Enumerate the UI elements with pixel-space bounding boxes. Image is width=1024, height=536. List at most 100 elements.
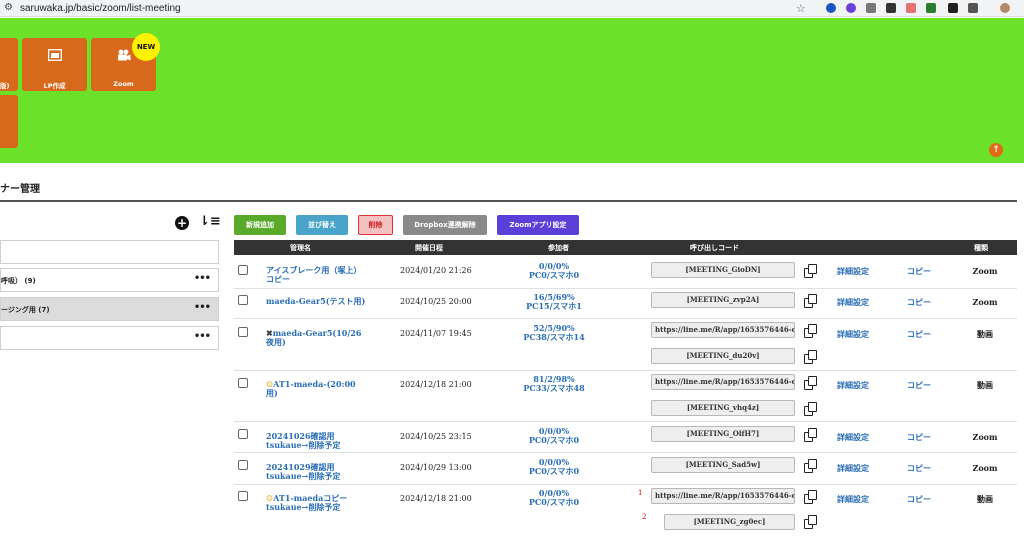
sidebar-item-label: 呼吸） (9) [1, 277, 36, 285]
new-badge: NEW [132, 33, 160, 61]
menu-tile-lp[interactable]: LP作成 [22, 38, 87, 91]
row-checkbox[interactable] [238, 378, 248, 388]
delete-button[interactable]: 削除 [358, 215, 393, 235]
extension-icon[interactable] [926, 3, 936, 13]
sort-icon[interactable]: ⇂≡ [199, 214, 221, 229]
participants[interactable]: 52/5/90% PC38/スマホ14 [522, 324, 586, 342]
call-url-field[interactable]: https://line.me/R/app/1653576446-d76m [651, 488, 795, 504]
bookmark-star-icon[interactable]: ☆ [796, 1, 806, 16]
detail-settings-link[interactable]: 詳細設定 [837, 463, 869, 474]
detail-settings-link[interactable]: 詳細設定 [837, 329, 869, 340]
dropbox-unlink-button[interactable]: Dropbox連携解除 [403, 215, 487, 235]
sidebar-item[interactable]: 呼吸） (9) ••• [0, 268, 219, 292]
row-checkbox[interactable] [238, 327, 248, 337]
pen-extension-icon[interactable] [886, 3, 896, 13]
participants[interactable]: 16/5/69% PC15/スマホ1 [522, 293, 586, 311]
participants[interactable]: 81/2/98% PC33/スマホ48 [522, 375, 586, 393]
camera-extension-icon[interactable] [866, 3, 876, 13]
more-menu-icon[interactable]: ••• [194, 331, 211, 342]
call-code-field[interactable]: [MEETING_zvp2A] [651, 292, 795, 308]
more-menu-icon[interactable]: ••• [194, 302, 211, 313]
row-checkbox[interactable] [238, 460, 248, 470]
add-folder-icon[interactable]: + [175, 216, 189, 230]
page-title: ナー管理 [0, 184, 40, 195]
copy-link[interactable]: コピー [907, 329, 931, 340]
add-new-button[interactable]: 新規追加 [234, 215, 286, 235]
detail-settings-link[interactable]: 詳細設定 [837, 266, 869, 277]
meeting-name-link[interactable]: 20241026確認用tsukaue→削除予定 [266, 432, 366, 450]
row-checkbox[interactable] [238, 429, 248, 439]
meeting-kind: Zoom [972, 432, 998, 442]
meeting-date: 2024/11/07 19:45 [400, 329, 472, 338]
call-code-field[interactable]: [MEETING_OlfH7] [651, 426, 795, 442]
detail-settings-link[interactable]: 詳細設定 [837, 297, 869, 308]
copy-icon[interactable] [804, 294, 817, 308]
header-name: 管理名 [290, 244, 311, 252]
row-checkbox[interactable] [238, 491, 248, 501]
copy-link[interactable]: コピー [907, 380, 931, 391]
row-divider [234, 370, 1017, 371]
participants[interactable]: 0/0/0% PC0/スマホ0 [522, 458, 586, 476]
meeting-name-link[interactable]: maeda-Gear5(テスト用) [266, 297, 366, 306]
call-url-field[interactable]: https://line.me/R/app/1653576446-d76m [651, 374, 795, 390]
extension-icon[interactable] [846, 3, 856, 13]
call-code-field[interactable]: [MEETING_Sad5w] [651, 457, 795, 473]
participants[interactable]: 0/0/0% PC0/スマホ0 [522, 262, 586, 280]
copy-icon[interactable] [804, 376, 817, 390]
more-menu-icon[interactable]: ••• [194, 273, 211, 284]
extension-icon[interactable] [906, 3, 916, 13]
copy-icon[interactable] [804, 264, 817, 278]
participants[interactable]: 0/0/0% PC0/スマホ0 [522, 427, 586, 445]
zoom-app-settings-button[interactable]: Zoomアプリ設定 [497, 215, 579, 235]
copy-icon[interactable] [804, 350, 817, 364]
sidebar-item[interactable]: ••• [0, 326, 219, 350]
copy-link[interactable]: コピー [907, 494, 931, 505]
call-code-field[interactable]: [MEETING_GioDN] [651, 262, 795, 278]
copy-icon[interactable] [804, 515, 817, 529]
copy-link[interactable]: コピー [907, 432, 931, 443]
header-participants: 参加者 [548, 244, 569, 252]
header-date: 開催日程 [415, 244, 443, 252]
copy-icon[interactable] [804, 402, 817, 416]
call-code-field[interactable]: [MEETING_vhq4z] [651, 400, 795, 416]
menu-tile-label: LP作成 [43, 82, 66, 90]
copy-icon[interactable] [804, 428, 817, 442]
sidebar-item-selected[interactable]: ージング用 (7) ••• [0, 297, 219, 321]
scroll-top-icon[interactable]: ↑ [989, 143, 1003, 157]
copy-link[interactable]: コピー [907, 297, 931, 308]
detail-settings-link[interactable]: 詳細設定 [837, 432, 869, 443]
menu-tile[interactable]: 版) [0, 38, 18, 91]
meeting-kind: Zoom [972, 463, 998, 473]
browser-address-bar[interactable]: ⚙ saruwaka.jp/basic/zoom/list-meeting ☆ [0, 0, 1024, 17]
row-checkbox[interactable] [238, 295, 248, 305]
url-text[interactable]: saruwaka.jp/basic/zoom/list-meeting [20, 1, 181, 16]
meeting-name-link[interactable]: ✖maeda-Gear5(10/26夜用) [266, 329, 366, 347]
call-code-field[interactable]: [MEETING_zg0ec] [664, 514, 795, 530]
participants[interactable]: 0/0/0% PC0/スマホ0 [522, 489, 586, 507]
site-settings-icon[interactable]: ⚙ [4, 2, 16, 14]
call-code-field[interactable]: [MEETING_du20v] [651, 348, 795, 364]
meeting-kind: 動画 [977, 329, 993, 339]
meeting-name-link[interactable]: ☺AT1-maedaコピーtsukaue→削除予定 [266, 494, 366, 512]
copy-icon[interactable] [804, 490, 817, 504]
extensions-puzzle-icon[interactable] [968, 3, 978, 13]
extension-icon[interactable] [826, 3, 836, 13]
detail-settings-link[interactable]: 詳細設定 [837, 494, 869, 505]
copy-link[interactable]: コピー [907, 463, 931, 474]
call-url-field[interactable]: https://line.me/R/app/1653576446-d76m [651, 322, 795, 338]
extension-icon[interactable] [948, 3, 958, 13]
sidebar-item[interactable] [0, 240, 219, 264]
meeting-kind: 動画 [977, 494, 993, 504]
meeting-name-link[interactable]: 20241029確認用tsukaue→削除予定 [266, 463, 366, 481]
menu-tile[interactable] [0, 95, 18, 148]
copy-icon[interactable] [804, 324, 817, 338]
row-divider [234, 484, 1017, 485]
reorder-button[interactable]: 並び替え [296, 215, 348, 235]
meeting-name-link[interactable]: ☺AT1-maeda-(20:00用) [266, 380, 366, 398]
copy-icon[interactable] [804, 459, 817, 473]
copy-link[interactable]: コピー [907, 266, 931, 277]
meeting-name-link[interactable]: アイスブレーク用（塚上）コピー [266, 266, 366, 284]
detail-settings-link[interactable]: 詳細設定 [837, 380, 869, 391]
row-checkbox[interactable] [238, 265, 248, 275]
profile-avatar[interactable] [1000, 3, 1010, 13]
